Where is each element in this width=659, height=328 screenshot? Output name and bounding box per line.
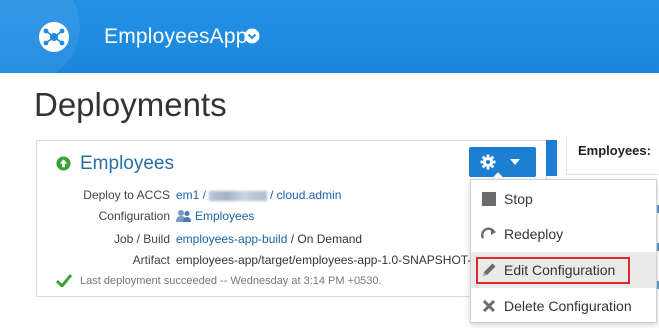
chevron-down-circle-icon[interactable] xyxy=(244,28,260,44)
menu-item-label: Stop xyxy=(504,191,533,207)
deploy-to-value: em1 / / cloud.admin xyxy=(176,188,341,202)
artifact-label: Artifact xyxy=(132,253,170,267)
stop-icon xyxy=(482,192,496,206)
deploy-target-link[interactable]: em1 / xyxy=(176,188,206,202)
job-build-value: employees-app-build / On Demand xyxy=(176,232,362,246)
menu-item-label: Delete Configuration xyxy=(504,298,632,314)
job-build-label: Job / Build xyxy=(113,232,170,246)
app-header xyxy=(0,0,659,73)
right-panel-title: Employees: xyxy=(578,143,651,158)
redeploy-icon xyxy=(481,227,496,239)
app-logo-icon[interactable] xyxy=(38,21,70,53)
deployment-status-text: Last deployment succeeded -- Wednesday a… xyxy=(80,275,382,287)
deploy-to-label: Deploy to ACCS xyxy=(83,188,170,202)
menu-item-redeploy[interactable]: Redeploy xyxy=(471,216,656,252)
configuration-value: Employees xyxy=(176,209,254,223)
up-arrow-circle-icon xyxy=(56,156,71,171)
redacted-identity-domain xyxy=(209,190,268,201)
panel-strip xyxy=(546,140,557,176)
caret-down-icon xyxy=(510,159,520,165)
configuration-label: Configuration xyxy=(98,209,170,223)
gear-icon xyxy=(480,154,496,170)
people-icon xyxy=(176,210,191,222)
close-icon xyxy=(482,299,496,313)
page-title: Deployments xyxy=(34,86,227,123)
configuration-link[interactable]: Employees xyxy=(195,209,254,223)
deployment-name[interactable]: Employees xyxy=(80,153,174,175)
job-build-link[interactable]: employees-app-build xyxy=(176,232,287,246)
deploy-user-link[interactable]: / cloud.admin xyxy=(270,188,341,202)
artifact-value: employees-app/target/employees-app-1.0-S… xyxy=(176,253,472,267)
highlight-annotation xyxy=(476,257,630,284)
menu-item-stop[interactable]: Stop xyxy=(471,181,656,217)
job-build-trigger: / On Demand xyxy=(287,232,363,246)
checkmark-icon xyxy=(56,274,72,287)
menu-item-delete-configuration[interactable]: Delete Configuration xyxy=(471,288,656,324)
app-name[interactable]: EmployeesApp xyxy=(104,25,248,49)
menu-item-label: Redeploy xyxy=(504,226,564,242)
